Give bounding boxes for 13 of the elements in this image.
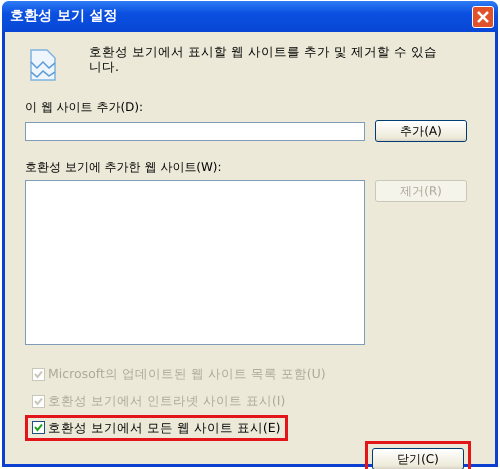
window-title: 호환성 보기 설정 bbox=[10, 7, 118, 26]
field-label: 이 웹 사이트 추가(D): bbox=[25, 99, 144, 116]
picture-icon bbox=[29, 48, 57, 82]
close-icon[interactable] bbox=[472, 6, 494, 28]
checkbox[interactable] bbox=[32, 421, 45, 434]
site-input[interactable] bbox=[25, 122, 365, 140]
checkbox-label: Microsoft의 업데이트된 웹 사이트 목록 포함(U) bbox=[48, 365, 326, 383]
checkbox-label: 호환성 보기에서 인트라넷 사이트 표시(I) bbox=[48, 392, 286, 410]
description-text: 호환성 보기에서 표시할 웹 사이트를 추가 및 제거할 수 있습니다. bbox=[89, 44, 438, 74]
close-button[interactable]: 닫기(C) bbox=[372, 448, 464, 469]
add-button[interactable]: 추가(A) bbox=[375, 120, 467, 142]
list-label: 호환성 보기에 추가한 웹 사이트(W): bbox=[25, 159, 223, 176]
checkbox-label: 호환성 보기에서 모든 웹 사이트 표시(E) bbox=[48, 418, 281, 436]
